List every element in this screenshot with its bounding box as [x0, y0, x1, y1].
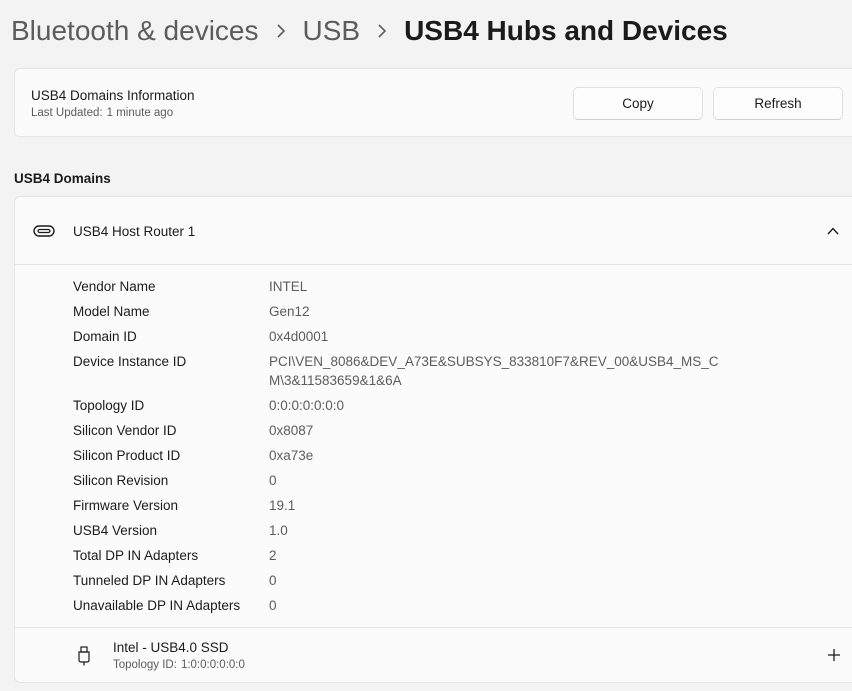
- property-key: USB4 Version: [73, 523, 158, 538]
- property-key: Silicon Revision: [73, 473, 169, 488]
- chevron-up-icon[interactable]: [827, 226, 839, 236]
- property-value: PCI\VEN_8086&DEV_A73E&SUBSYS_833810F7&RE…: [269, 354, 719, 388]
- property-row: Domain ID 0x4d0001: [73, 327, 852, 346]
- property-key: Device Instance ID: [73, 354, 187, 369]
- property-row: Silicon Vendor ID 0x8087: [73, 421, 852, 440]
- property-key: Total DP IN Adapters: [73, 548, 199, 563]
- property-row: Device Instance ID PCI\VEN_8086&DEV_A73E…: [73, 352, 852, 390]
- property-value: 2: [269, 548, 277, 563]
- property-value: 0x4d0001: [269, 329, 329, 344]
- device-topology-value: 1:0:0:0:0:0:0: [180, 659, 245, 671]
- property-key: Silicon Vendor ID: [73, 423, 177, 438]
- plus-icon[interactable]: [827, 648, 841, 662]
- property-key: Tunneled DP IN Adapters: [73, 573, 226, 588]
- device-topology: Topology ID: 1:0:0:0:0:0:0: [113, 659, 249, 671]
- property-value: 0xa73e: [269, 448, 314, 463]
- property-value: 0:0:0:0:0:0:0: [269, 398, 345, 413]
- property-row: Unavailable DP IN Adapters 0: [73, 596, 852, 615]
- domains-info-card: USB4 Domains Information Last Updated: 1 …: [14, 68, 852, 137]
- domain-properties: Vendor Name INTEL Model Name Gen12 Domai…: [73, 277, 852, 621]
- property-key: Topology ID: [73, 398, 145, 413]
- property-key: Firmware Version: [73, 498, 179, 513]
- device-name: Intel - USB4.0 SSD: [113, 640, 229, 655]
- domain-card: USB4 Host Router 1 Vendor Name INTEL Mod…: [14, 196, 852, 683]
- usb-port-icon: [33, 225, 55, 237]
- property-row: Silicon Product ID 0xa73e: [73, 446, 852, 465]
- property-row: Silicon Revision 0: [73, 471, 852, 490]
- device-row[interactable]: Intel - USB4.0 SSD Topology ID: 1:0:0:0:0…: [15, 627, 852, 682]
- property-row: Tunneled DP IN Adapters 0: [73, 571, 852, 590]
- property-value: Gen12: [269, 304, 310, 319]
- device-topology-label: Topology ID:: [113, 659, 177, 671]
- property-row: Firmware Version 19.1: [73, 496, 852, 515]
- page-title: USB4 Hubs and Devices: [404, 15, 728, 46]
- breadcrumb-bluetooth-devices[interactable]: Bluetooth & devices: [11, 12, 259, 50]
- domain-header[interactable]: USB4 Host Router 1: [15, 197, 852, 265]
- property-value: 0x8087: [269, 423, 314, 438]
- property-key: Model Name: [73, 304, 150, 319]
- property-key: Domain ID: [73, 329, 137, 344]
- property-value: 19.1: [269, 498, 296, 513]
- last-updated-value: 1 minute ago: [106, 107, 174, 119]
- info-card-title: USB4 Domains Information: [31, 88, 195, 103]
- refresh-button[interactable]: Refresh: [713, 87, 843, 120]
- domain-title: USB4 Host Router 1: [73, 224, 196, 239]
- property-value: 0: [269, 473, 277, 488]
- chevron-right-icon: [360, 12, 404, 50]
- property-key: Vendor Name: [73, 279, 156, 294]
- property-value: 0: [269, 573, 277, 588]
- chevron-right-icon: [259, 12, 303, 50]
- property-value: INTEL: [269, 279, 308, 294]
- property-row: Total DP IN Adapters 2: [73, 546, 852, 565]
- section-title: USB4 Domains: [14, 171, 111, 186]
- breadcrumb-usb[interactable]: USB: [303, 12, 361, 50]
- property-key: Silicon Product ID: [73, 448, 181, 463]
- last-updated: Last Updated: 1 minute ago: [31, 107, 177, 119]
- usb-plug-icon: [78, 646, 90, 666]
- last-updated-label: Last Updated:: [31, 107, 103, 119]
- property-key: Unavailable DP IN Adapters: [73, 598, 241, 613]
- breadcrumb: Bluetooth & devices USB USB4 Hubs and De…: [11, 12, 728, 50]
- property-row: Model Name Gen12: [73, 302, 852, 321]
- copy-button[interactable]: Copy: [573, 87, 703, 120]
- property-row: Vendor Name INTEL: [73, 277, 852, 296]
- property-value: 0: [269, 598, 277, 613]
- property-row: USB4 Version 1.0: [73, 521, 852, 540]
- property-row: Topology ID 0:0:0:0:0:0:0: [73, 396, 852, 415]
- property-value: 1.0: [269, 523, 288, 538]
